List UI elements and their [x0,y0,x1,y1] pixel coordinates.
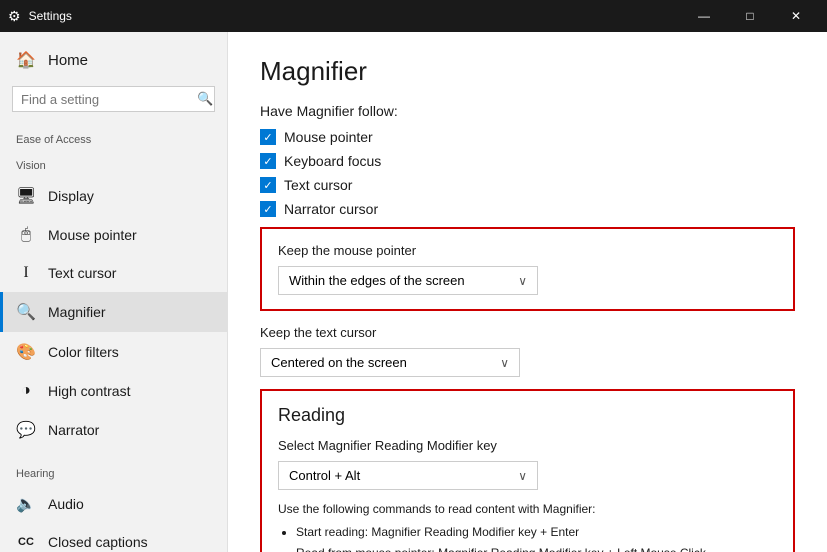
modifier-dropdown[interactable]: Control + Alt ∨ [278,461,538,490]
minimize-button[interactable]: — [681,0,727,32]
sidebar-item-closed-captions[interactable]: CC Closed captions [0,524,227,552]
maximize-button[interactable]: □ [727,0,773,32]
text-cursor-dropdown[interactable]: Centered on the screen ∨ [260,348,520,377]
vision-label: Vision [0,150,227,176]
checkbox-text-cursor-check: ✓ [263,179,272,192]
search-input[interactable] [21,92,197,107]
mouse-pointer-icon: 🖱 [16,226,36,244]
home-label: Home [48,52,88,69]
mouse-pointer-dropdown-value: Within the edges of the screen [289,273,465,288]
modifier-dropdown-value: Control + Alt [289,468,360,483]
title-bar-controls: — □ ✕ [681,0,819,32]
checkbox-text-cursor[interactable]: ✓ Text cursor [260,177,795,193]
audio-icon: 🔈 [16,494,36,514]
sidebar-item-text-cursor-label: Text cursor [48,265,116,281]
checkbox-narrator-cursor-box[interactable]: ✓ [260,201,276,217]
title-bar-title: Settings [29,9,72,23]
checkbox-mouse-pointer[interactable]: ✓ Mouse pointer [260,129,795,145]
sidebar-item-color-filters[interactable]: 🎨 Color filters [0,332,227,372]
sidebar-item-mouse-pointer[interactable]: 🖱 Mouse pointer [0,216,227,254]
sidebar: 🏠 Home 🔍 Ease of Access Vision 🖥 Display… [0,32,228,552]
checkbox-narrator-cursor-label: Narrator cursor [284,201,378,217]
list-item: Start reading: Magnifier Reading Modifie… [296,523,777,542]
sidebar-item-magnifier[interactable]: 🔍 Magnifier [0,292,227,332]
sidebar-item-mouse-pointer-label: Mouse pointer [48,227,137,243]
checkbox-keyboard-focus-check: ✓ [263,155,272,168]
sidebar-item-color-filters-label: Color filters [48,344,119,360]
home-icon: 🏠 [16,50,36,70]
instructions-list: Start reading: Magnifier Reading Modifie… [278,523,777,552]
sidebar-item-narrator[interactable]: 💬 Narrator [0,410,227,450]
checkbox-mouse-pointer-check: ✓ [263,131,272,144]
checkbox-text-cursor-label: Text cursor [284,177,352,193]
sidebar-item-high-contrast[interactable]: ◑ High contrast [0,372,227,410]
hearing-label: Hearing [0,458,227,484]
reading-title: Reading [278,405,777,426]
sidebar-item-home[interactable]: 🏠 Home [0,40,227,80]
search-box[interactable]: 🔍 [12,86,215,112]
sidebar-item-closed-captions-label: Closed captions [48,534,148,550]
checkbox-keyboard-focus[interactable]: ✓ Keyboard focus [260,153,795,169]
close-button[interactable]: ✕ [773,0,819,32]
title-bar-left: ⚙ Settings [8,8,72,25]
follow-label: Have Magnifier follow: [260,103,795,119]
magnifier-icon: 🔍 [16,302,36,322]
sidebar-item-display-label: Display [48,188,94,204]
checkbox-narrator-cursor-check: ✓ [263,203,272,216]
display-icon: 🖥 [16,186,36,206]
checkbox-keyboard-focus-box[interactable]: ✓ [260,153,276,169]
text-cursor-section-label: Keep the text cursor [260,325,795,340]
list-item: Read from mouse pointer: Magnifier Readi… [296,544,777,552]
sidebar-item-text-cursor[interactable]: I Text cursor [0,254,227,292]
checkbox-text-cursor-box[interactable]: ✓ [260,177,276,193]
reading-instructions: Use the following commands to read conte… [278,500,777,552]
checkbox-mouse-pointer-label: Mouse pointer [284,129,373,145]
chevron-down-icon-3: ∨ [518,469,527,483]
narrator-icon: 💬 [16,420,36,440]
main-content: Magnifier Have Magnifier follow: ✓ Mouse… [228,32,827,552]
title-bar: ⚙ Settings — □ ✕ [0,0,827,32]
sidebar-item-audio[interactable]: 🔈 Audio [0,484,227,524]
chevron-down-icon: ∨ [518,274,527,288]
high-contrast-icon: ◑ [16,382,36,400]
chevron-down-icon-2: ∨ [500,356,509,370]
instructions-title: Use the following commands to read conte… [278,500,777,519]
text-cursor-icon: I [16,264,36,282]
search-icon: 🔍 [197,91,213,107]
checkbox-keyboard-focus-label: Keyboard focus [284,153,381,169]
text-cursor-section: Keep the text cursor Centered on the scr… [260,325,795,377]
color-filters-icon: 🎨 [16,342,36,362]
checkbox-narrator-cursor[interactable]: ✓ Narrator cursor [260,201,795,217]
sidebar-item-display[interactable]: 🖥 Display [0,176,227,216]
text-cursor-dropdown-value: Centered on the screen [271,355,407,370]
page-title: Magnifier [260,56,795,87]
sidebar-item-high-contrast-label: High contrast [48,383,130,399]
checkbox-mouse-pointer-box[interactable]: ✓ [260,129,276,145]
modifier-label: Select Magnifier Reading Modifier key [278,438,777,453]
sidebar-item-audio-label: Audio [48,496,84,512]
reading-section: Reading Select Magnifier Reading Modifie… [260,389,795,552]
settings-icon: ⚙ [8,8,21,25]
sidebar-item-narrator-label: Narrator [48,422,99,438]
app-body: 🏠 Home 🔍 Ease of Access Vision 🖥 Display… [0,32,827,552]
ease-of-access-label: Ease of Access [0,124,227,150]
mouse-pointer-dropdown[interactable]: Within the edges of the screen ∨ [278,266,538,295]
sidebar-item-magnifier-label: Magnifier [48,304,106,320]
mouse-pointer-section: Keep the mouse pointer Within the edges … [260,227,795,311]
closed-captions-icon: CC [16,536,36,548]
mouse-pointer-section-label: Keep the mouse pointer [278,243,777,258]
